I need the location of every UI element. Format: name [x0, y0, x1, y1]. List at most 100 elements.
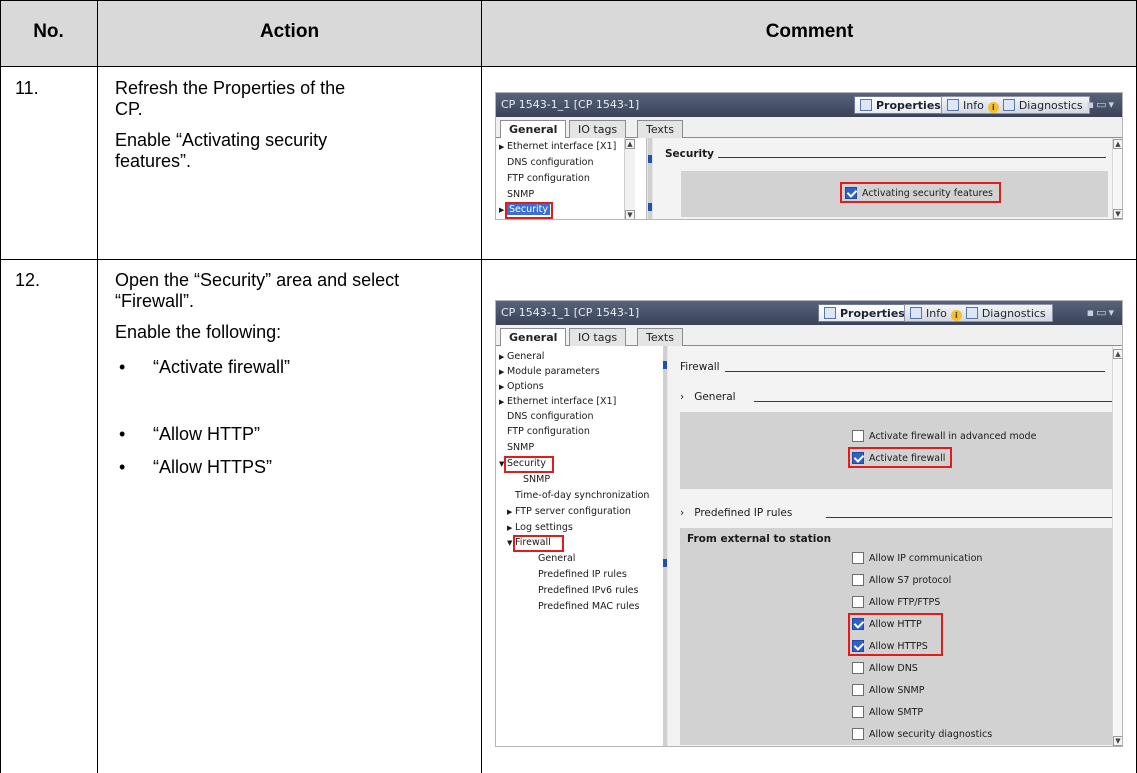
nav-item-firewall-general[interactable]: General [538, 553, 575, 565]
tab-info[interactable]: Info i Diagnostics [904, 304, 1053, 322]
checkbox-advanced-mode[interactable]: Activate firewall in advanced mode [852, 430, 1036, 442]
tab-properties[interactable]: Properties [854, 96, 948, 114]
diagnostics-icon [965, 307, 978, 319]
tab-io-tags[interactable]: IO tags [569, 120, 627, 138]
checkbox-allow-ip[interactable]: Allow IP communication [852, 552, 982, 564]
table-border-top [0, 0, 1137, 1]
properties-pane-security: CP 1543-1_1 [CP 1543-1] Properties Info i… [495, 92, 1123, 220]
checkbox-allow-ftp[interactable]: Allow FTP/FTPS [852, 596, 940, 608]
window-controls-icon[interactable]: ▪▭▾ [1087, 98, 1116, 111]
checkbox-icon[interactable] [852, 574, 864, 586]
highlight-box [840, 182, 1001, 203]
tab-io-tags[interactable]: IO tags [569, 328, 627, 346]
checkbox-icon[interactable] [852, 552, 864, 564]
checkbox-allow-s7[interactable]: Allow S7 protocol [852, 574, 951, 586]
nav-item-ethernet[interactable]: ▶ Ethernet interface [X1] [499, 396, 616, 408]
section-title-general[interactable]: › General [680, 391, 736, 403]
section-title-security: Security [665, 148, 715, 160]
pane-title: CP 1543-1_1 [CP 1543-1] [501, 306, 640, 319]
step-number: 12. [15, 270, 41, 290]
checkbox-icon[interactable] [852, 706, 864, 718]
table-border-left [0, 0, 1, 773]
checkbox-icon[interactable] [852, 596, 864, 608]
expand-icon: ▶ [499, 398, 505, 406]
info-badge-icon: i [987, 102, 999, 113]
highlight-box [848, 447, 952, 468]
nav-item-dns[interactable]: DNS configuration [507, 157, 594, 169]
nav-item-security-snmp[interactable]: SNMP [523, 474, 550, 486]
splitter-handle-icon[interactable] [663, 559, 667, 567]
properties-icon [860, 99, 872, 111]
nav-item-general[interactable]: ▶ General [499, 351, 544, 363]
tab-general[interactable]: General [500, 120, 567, 139]
splitter-handle-icon[interactable] [648, 203, 652, 211]
expand-icon: ▶ [499, 368, 505, 376]
pane-splitter[interactable] [663, 346, 667, 746]
nav-item-options[interactable]: ▶ Options [499, 381, 544, 393]
highlight-box [513, 535, 564, 552]
checkbox-allow-security-diagnostics[interactable]: Allow security diagnostics [852, 728, 992, 740]
section-title-firewall: Firewall [680, 361, 720, 373]
tab-texts[interactable]: Texts [637, 328, 683, 346]
action-line: Refresh the Properties of the CP. [115, 78, 346, 119]
checkbox-icon[interactable] [852, 684, 864, 696]
header-no: No. [33, 21, 64, 42]
nav-item-ftp[interactable]: FTP configuration [507, 426, 590, 438]
scroll-down-icon[interactable]: ▼ [1113, 736, 1122, 746]
nav-item-ftp[interactable]: FTP configuration [507, 173, 590, 185]
scroll-down-icon[interactable]: ▼ [1113, 209, 1122, 219]
checkbox-icon[interactable] [852, 662, 864, 674]
splitter-handle-icon[interactable] [663, 361, 667, 369]
scroll-up-icon[interactable]: ▲ [1113, 349, 1122, 359]
nav-item-ethernet[interactable]: ▶ Ethernet interface [X1] [499, 141, 616, 153]
nav-item-predefined-ip[interactable]: Predefined IP rules [538, 569, 627, 581]
tab-general[interactable]: General [500, 328, 567, 347]
checkbox-icon[interactable] [852, 728, 864, 740]
nav-item-ftp-server[interactable]: ▶ FTP server configuration [507, 506, 631, 518]
content-scrollbar[interactable]: ▲ ▼ [1112, 346, 1122, 746]
highlight-box [848, 613, 943, 656]
nav-item-snmp[interactable]: SNMP [507, 189, 534, 201]
nav-item-predefined-mac[interactable]: Predefined MAC rules [538, 601, 639, 613]
expand-icon: ▶ [499, 353, 505, 361]
splitter-handle-icon[interactable] [648, 155, 652, 163]
nav-item-module-parameters[interactable]: ▶ Module parameters [499, 366, 600, 378]
nav-item-time-sync[interactable]: Time-of-day synchronization [515, 490, 649, 502]
list-item: • “Activate firewall” [119, 357, 291, 377]
tab-properties[interactable]: Properties [818, 304, 912, 322]
checkbox-icon[interactable] [852, 430, 864, 442]
section-title-predefined-ip[interactable]: › Predefined IP rules [680, 507, 792, 519]
content-scrollbar[interactable]: ▲ ▼ [1112, 138, 1122, 219]
checkbox-allow-dns[interactable]: Allow DNS [852, 662, 918, 674]
nav-item-log-settings[interactable]: ▶ Log settings [507, 522, 573, 534]
scroll-up-icon[interactable]: ▲ [625, 139, 635, 149]
external-to-station-title: From external to station [687, 533, 832, 545]
list-item: • “Allow HTTP” [119, 424, 260, 444]
nav-scrollbar[interactable]: ▲ ▼ [624, 138, 635, 219]
diagnostics-icon [1002, 99, 1015, 111]
highlight-box [504, 456, 554, 473]
nav-item-predefined-ipv6[interactable]: Predefined IPv6 rules [538, 585, 638, 597]
nav-item-dns[interactable]: DNS configuration [507, 411, 594, 423]
step-action: Open the “Security” area and select “Fir… [115, 270, 465, 478]
nav-item-snmp[interactable]: SNMP [507, 442, 534, 454]
table-row-divider [0, 259, 1137, 260]
scroll-down-icon[interactable]: ▼ [625, 210, 635, 219]
navigation-tree: ▶ Ethernet interface [X1] DNS configurati… [496, 138, 647, 219]
scroll-up-icon[interactable]: ▲ [1113, 139, 1122, 149]
tab-texts[interactable]: Texts [637, 120, 683, 138]
highlight-box [505, 202, 553, 219]
window-controls-icon[interactable]: ▪▭▾ [1087, 306, 1116, 319]
properties-icon [824, 307, 836, 319]
expand-icon: ▶ [499, 143, 505, 151]
action-line: Open the “Security” area and select “Fir… [115, 270, 400, 311]
expand-icon: ▶ [507, 524, 513, 532]
tab-info[interactable]: Info i Diagnostics [941, 96, 1090, 114]
section-divider [725, 371, 1105, 372]
checkbox-allow-smtp[interactable]: Allow SMTP [852, 706, 923, 718]
tab-bar: General IO tags Texts [496, 325, 1122, 347]
expand-arrow-icon: › [680, 391, 685, 403]
checkbox-allow-snmp[interactable]: Allow SNMP [852, 684, 924, 696]
pane-titlebar: CP 1543-1_1 [CP 1543-1] Properties Info i… [496, 93, 1122, 117]
step-action: Refresh the Properties of the CP. Enable… [115, 78, 465, 182]
